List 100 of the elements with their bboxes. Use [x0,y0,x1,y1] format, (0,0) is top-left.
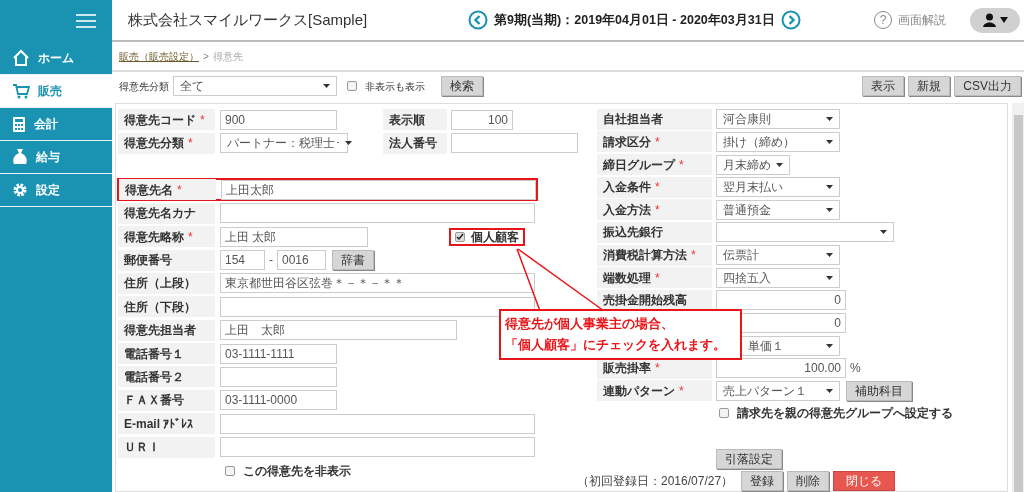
input-field[interactable] [220,367,337,387]
help-link[interactable]: 画面解説 [898,11,946,29]
select-field[interactable]: 掛け（締め） [716,131,840,152]
menu-icon[interactable] [76,14,96,28]
field-label: 振込先銀行 [603,224,663,242]
caret-icon [826,388,833,393]
required-mark: * [200,111,205,129]
input-field[interactable]: 154 [220,250,265,271]
caret-icon [999,17,1008,23]
input-field[interactable]: 03-1111-1111 [220,343,337,364]
field-label: 売掛金開始残高 [603,292,687,310]
dash-separator: - [269,252,273,270]
nav-item[interactable]: 設定 [0,174,112,207]
search-button[interactable]: 検索 [441,76,483,96]
checkbox-label: 個人顧客 [471,228,519,246]
caret-icon [826,253,833,258]
input-field[interactable] [220,296,535,317]
caret-icon [776,162,783,167]
select-field[interactable]: 月末締め [716,154,790,175]
settings-icon [12,182,28,198]
nav-item[interactable]: 会計 [0,108,112,141]
input-field[interactable]: 03-1111-0000 [220,390,337,411]
unit-label: % [850,360,861,378]
input-field[interactable]: 上田 太郎 [220,320,457,341]
caret-icon [826,207,833,212]
input-field[interactable]: 0 [716,290,846,311]
input-field[interactable] [451,133,578,154]
required-mark: * [679,382,684,400]
caret-icon [826,343,833,348]
previous-icon[interactable] [468,10,488,30]
input-field[interactable]: 900 [220,109,337,130]
close-button[interactable]: 閉じる [833,471,896,491]
input-field[interactable]: 100 [451,109,513,130]
field-label: 入金条件 [603,179,651,197]
user-icon [982,13,996,27]
field-label: 得意先名 [125,181,173,199]
caret-icon [345,141,352,146]
input-field[interactable]: 東京都世田谷区弦巻＊－＊－＊＊ [220,273,535,294]
field-label: 電話番号１ [124,345,184,363]
field-label: 法人番号 [389,135,437,153]
checkbox[interactable] [225,465,235,476]
callout-text: 得意先が個人事業主の場合、 [505,315,675,333]
field-label: 消費税計算方法 [603,247,687,265]
checkbox[interactable] [719,408,729,419]
input-field[interactable] [220,203,535,224]
caret-icon [323,84,330,88]
field-label: 得意先担当者 [124,322,196,340]
next-icon[interactable] [780,10,801,30]
dictionary-button[interactable]: 辞書 [332,250,374,271]
breadcrumb-link[interactable]: 販売（販売設定） [119,48,199,64]
checkbox[interactable] [455,231,465,242]
action-button[interactable]: 新規 [908,76,951,96]
input-field[interactable]: 上田 太郎 [220,226,368,247]
field-label: 住所（上段） [124,275,196,293]
field-label: ＵＲＩ [124,439,160,457]
checkbox-label: この得意先を非表示 [243,462,351,480]
required-mark: * [188,135,193,153]
action-button[interactable]: 登録 [741,471,784,491]
field-label: 住所（下段） [124,298,196,316]
select-field[interactable]: 普通預金 [716,199,840,220]
nav-item[interactable]: 販売 [0,75,112,108]
scrollbar[interactable] [1012,103,1024,492]
debit-settings-button[interactable]: 引落設定 [716,448,782,469]
required-mark: * [655,201,660,219]
select-field[interactable]: 翌月末払い [716,177,840,198]
field-label: ＦＡＸ番号 [124,392,184,410]
field-label: 入金方法 [603,201,651,219]
checkbox-label: 非表示も表示 [365,79,425,94]
input-field[interactable] [220,437,535,458]
money-bag-icon [12,148,28,166]
input-field[interactable] [220,413,535,434]
select-field[interactable]: 河合康則 [716,109,840,130]
action-button[interactable]: 削除 [787,471,830,491]
required-mark: * [655,360,660,378]
nav-item[interactable]: 給与 [0,141,112,174]
cart-icon [12,83,30,99]
sub-account-button[interactable]: 補助科目 [846,380,912,401]
input-field[interactable]: 0016 [277,250,326,271]
input-field[interactable]: 上田太郎 [221,179,536,200]
action-button[interactable]: CSV出力 [954,76,1021,96]
breadcrumb-current: 得意先 [212,49,243,64]
required-mark: * [679,156,684,174]
field-label: 得意先分類 [124,135,184,153]
required-mark: * [177,181,182,199]
select-field[interactable]: 全て [173,76,337,96]
field-label: 電話番号２ [124,369,184,386]
field-label: 請求区分 [603,133,651,151]
select-field[interactable]: 四捨五入 [716,267,840,288]
field-label: 端数処理 [603,269,651,287]
select-field[interactable]: 売上パターン１ [716,380,840,401]
registration-note: （初回登録日：2016/07/27） [577,473,734,490]
action-button[interactable]: 表示 [862,76,905,96]
caret-icon [826,117,833,122]
checkbox-label: 請求先を親の得意先グループへ設定する [737,405,953,423]
select-field[interactable]: 伝票計 [716,245,840,266]
user-menu-button[interactable] [970,7,1020,33]
select-field[interactable] [716,222,894,243]
field-label: 郵便番号 [124,252,172,270]
input-field[interactable]: 100.00 [716,358,846,379]
checkbox[interactable] [347,81,357,91]
